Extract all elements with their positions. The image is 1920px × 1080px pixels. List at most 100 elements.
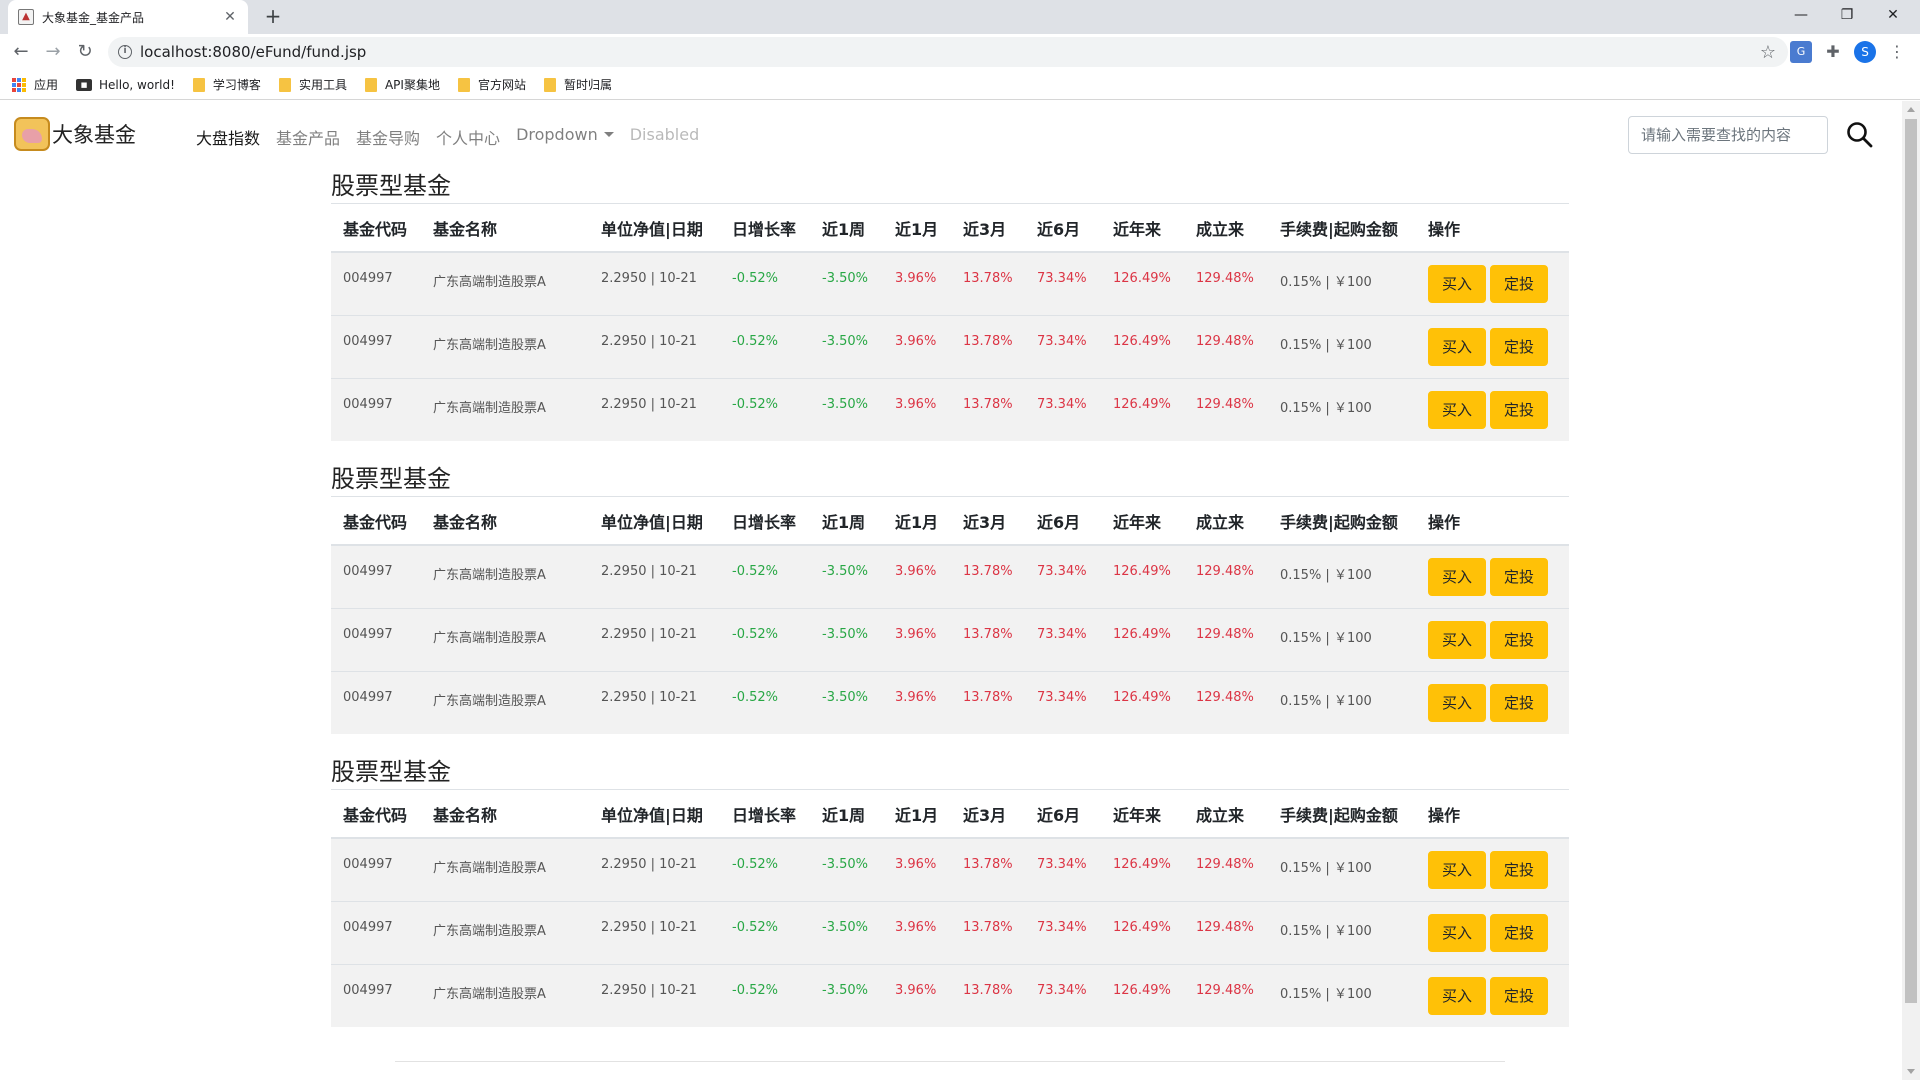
return-1m: 3.96%	[895, 689, 937, 705]
brand[interactable]: 大象基金	[14, 117, 136, 151]
buy-button[interactable]: 买入	[1428, 913, 1486, 952]
buy-button[interactable]: 买入	[1428, 620, 1486, 659]
col-header-1m: 近1月	[883, 497, 951, 546]
col-header-name: 基金名称	[421, 204, 589, 253]
fund-name[interactable]: 广东高端制造股票A	[421, 964, 589, 1027]
buy-button[interactable]: 买入	[1428, 976, 1486, 1015]
nav-link-products[interactable]: 基金产品	[276, 125, 340, 149]
return-3m: 13.78%	[963, 919, 1013, 935]
more-menu-icon[interactable]: ⋮	[1886, 41, 1908, 63]
return-3m: 13.78%	[963, 857, 1013, 872]
auto-invest-button[interactable]: 定投	[1490, 851, 1548, 889]
auto-invest-button[interactable]: 定投	[1490, 265, 1548, 303]
return-6m: 73.34%	[1037, 689, 1087, 705]
close-icon[interactable]: ✕	[222, 9, 238, 25]
buy-button[interactable]: 买入	[1428, 851, 1486, 889]
search-icon[interactable]	[1844, 119, 1876, 151]
search-input[interactable]	[1628, 116, 1828, 154]
buy-button[interactable]: 买入	[1428, 327, 1486, 366]
extensions-icon[interactable]: ✚	[1822, 41, 1844, 63]
minimize-icon[interactable]: —	[1778, 0, 1824, 30]
address-bar[interactable]: i localhost:8080/eFund/fund.jsp ☆	[108, 37, 1788, 67]
fee-minimum: 0.15% | ￥100	[1280, 568, 1372, 583]
nav-link-index[interactable]: 大盘指数	[196, 125, 260, 149]
table-row: 004997 广东高端制造股票A 2.2950 | 10-21 -0.52% -…	[331, 671, 1569, 734]
page-scrollbar[interactable]	[1902, 101, 1920, 1080]
bookmark-folder[interactable]: 实用工具	[278, 76, 347, 93]
operations: 买入 定投	[1416, 608, 1569, 671]
auto-invest-button[interactable]: 定投	[1490, 327, 1548, 366]
window-close-icon[interactable]: ✕	[1870, 0, 1916, 30]
return-ytd: 126.49%	[1113, 396, 1171, 412]
url-text[interactable]: localhost:8080/eFund/fund.jsp	[140, 43, 1760, 61]
bookmark-folder[interactable]: API聚集地	[364, 76, 440, 93]
col-header-ytd: 近年来	[1101, 497, 1184, 546]
fund-content: 股票型基金 基金代码 基金名称 单位净值|日期 日增长率 近1周 近1月 近3月…	[331, 168, 1569, 1047]
bookmark-apps[interactable]: 应用	[12, 76, 58, 93]
bookmark-hello-world[interactable]: ■ Hello, world!	[76, 78, 175, 92]
fund-name[interactable]: 广东高端制造股票A	[421, 608, 589, 671]
new-tab-icon[interactable]: +	[260, 4, 286, 28]
site-navbar: 大象基金 大盘指数 基金产品 基金导购 个人中心 Dropdown Disabl…	[0, 101, 1900, 169]
bookmarks-bar: 应用 ■ Hello, world! 学习博客 实用工具 API聚集地 官方网站…	[0, 70, 1920, 100]
auto-invest-button[interactable]: 定投	[1490, 683, 1548, 722]
auto-invest-button[interactable]: 定投	[1490, 620, 1548, 659]
browser-tab[interactable]: ▲ 大象基金_基金产品 ✕	[8, 0, 248, 34]
buy-button[interactable]: 买入	[1428, 683, 1486, 722]
table-body: 004997 广东高端制造股票A 2.2950 | 10-21 -0.52% -…	[331, 252, 1569, 441]
translate-icon[interactable]: G	[1790, 41, 1812, 63]
fund-name[interactable]: 广东高端制造股票A	[421, 671, 589, 734]
fund-code: 004997	[343, 982, 393, 998]
nav-dropdown[interactable]: Dropdown	[516, 125, 614, 149]
forward-icon[interactable]: →	[42, 41, 64, 63]
return-since-inception: 129.48%	[1196, 689, 1254, 705]
fund-name[interactable]: 广东高端制造股票A	[421, 252, 589, 315]
bookmark-folder[interactable]: 官方网站	[457, 76, 526, 93]
browser-tab-strip: ▲ 大象基金_基金产品 ✕ + — ❐ ✕	[0, 0, 1920, 34]
col-header-since: 成立来	[1184, 790, 1268, 839]
fund-name[interactable]: 广东高端制造股票A	[421, 315, 589, 378]
caret-down-icon	[603, 132, 614, 137]
bookmark-folder[interactable]: 学习博客	[192, 76, 261, 93]
col-header-code: 基金代码	[331, 497, 421, 546]
info-icon[interactable]: i	[118, 45, 132, 59]
fee-minimum: 0.15% | ￥100	[1280, 337, 1372, 353]
nav-link-personal[interactable]: 个人中心	[436, 125, 500, 149]
fund-name[interactable]: 广东高端制造股票A	[421, 545, 589, 608]
return-1w: -3.50%	[822, 564, 868, 579]
buy-button[interactable]: 买入	[1428, 390, 1486, 429]
bookmark-star-icon[interactable]: ☆	[1760, 42, 1776, 63]
profile-avatar[interactable]: S	[1854, 41, 1876, 63]
back-icon[interactable]: ←	[10, 41, 32, 63]
return-3m: 13.78%	[963, 271, 1013, 286]
fund-name[interactable]: 广东高端制造股票A	[421, 378, 589, 441]
bookmark-label: Hello, world!	[99, 77, 175, 92]
restore-icon[interactable]: ❐	[1824, 0, 1870, 30]
fund-name[interactable]: 广东高端制造股票A	[421, 901, 589, 964]
fund-section: 股票型基金 基金代码 基金名称 单位净值|日期 日增长率 近1周 近1月 近3月…	[331, 754, 1569, 1047]
auto-invest-button[interactable]: 定投	[1490, 390, 1548, 429]
scroll-down-icon[interactable]	[1907, 1069, 1915, 1074]
scroll-up-icon[interactable]	[1907, 107, 1915, 112]
fund-code: 004997	[343, 857, 393, 872]
col-header-ytd: 近年来	[1101, 790, 1184, 839]
bookmark-folder[interactable]: 暂时归属	[543, 76, 612, 93]
return-1m: 3.96%	[895, 564, 937, 579]
fund-name[interactable]: 广东高端制造股票A	[421, 838, 589, 901]
col-header-daily: 日增长率	[720, 204, 810, 253]
return-1w: -3.50%	[822, 689, 868, 705]
scroll-thumb[interactable]	[1905, 119, 1917, 1003]
auto-invest-button[interactable]: 定投	[1490, 558, 1548, 596]
buy-button[interactable]: 买入	[1428, 558, 1486, 596]
return-3m: 13.78%	[963, 982, 1013, 998]
auto-invest-button[interactable]: 定投	[1490, 976, 1548, 1015]
nav-link-guide[interactable]: 基金导购	[356, 125, 420, 149]
buy-button[interactable]: 买入	[1428, 265, 1486, 303]
auto-invest-button[interactable]: 定投	[1490, 913, 1548, 952]
reload-icon[interactable]: ↻	[74, 41, 96, 63]
nav-date: 2.2950 | 10-21	[601, 396, 697, 412]
return-1m: 3.96%	[895, 271, 937, 286]
nav-links: 大盘指数 基金产品 基金导购 个人中心 Dropdown Disabled	[196, 125, 715, 149]
fee-minimum: 0.15% | ￥100	[1280, 986, 1372, 1002]
section-title: 股票型基金	[331, 461, 1569, 497]
